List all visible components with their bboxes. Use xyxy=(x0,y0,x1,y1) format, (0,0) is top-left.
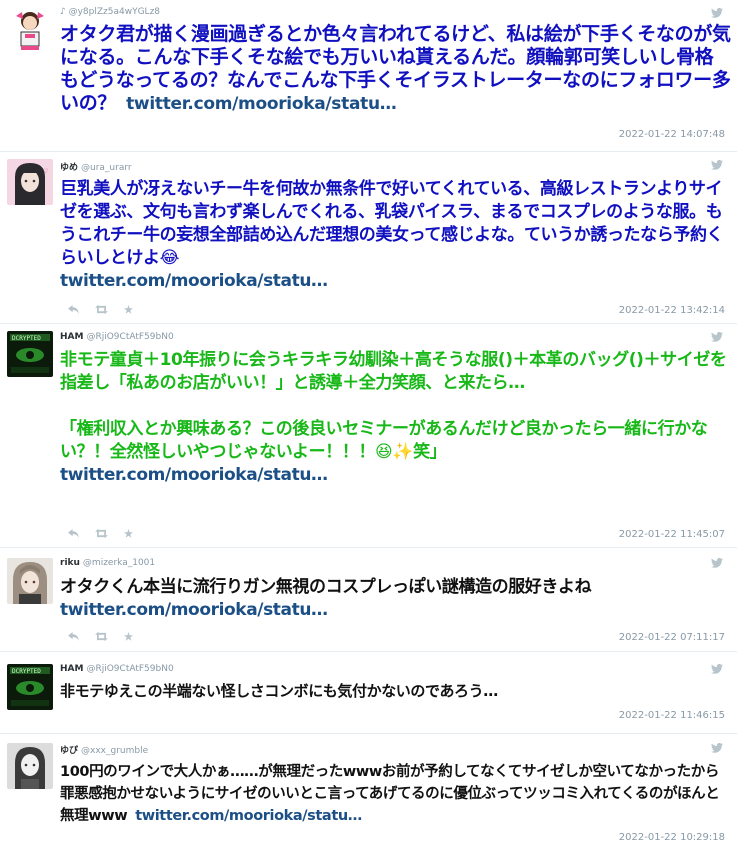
retweet-icon[interactable] xyxy=(95,529,108,538)
avatar[interactable]: DCRYPTED xyxy=(7,664,53,710)
tweet: ♡ ゆめ @ura_urarr 巨乳美人が冴えないチー牛を何故か無条件で好いてくれ… xyxy=(0,152,737,324)
tweet-text: 巨乳美人が冴えないチー牛を何故か無条件で好いてくれている、高級レストランよりサイ… xyxy=(60,178,731,293)
tweet-text: オタク君が描く漫画過ぎるとか色々言われてるけど、私は絵が下手くそなのが気になる。… xyxy=(60,23,731,116)
avatar[interactable] xyxy=(7,6,53,52)
twitter-bird-icon[interactable] xyxy=(711,8,723,18)
tweet-actions xyxy=(68,305,133,314)
author-handle[interactable]: @RjiO9CtAtF59bN0 xyxy=(86,332,173,342)
tweet-body: 非モテゆえこの半端ない怪しさコンボにも気付かないのであろう… xyxy=(60,682,498,700)
reply-icon[interactable] xyxy=(68,529,79,538)
twitter-bird-icon[interactable] xyxy=(711,332,723,342)
tweet-meta: ゆぴ @xxx_grumble xyxy=(60,743,148,756)
tweet: DCRYPTED HAM @RjiO9CtAtF59bN0 非モテ童貞＋10年振り… xyxy=(0,324,737,548)
reply-icon[interactable] xyxy=(68,632,79,641)
author-name[interactable]: ゆぴ xyxy=(60,746,78,756)
tweet-body: 巨乳美人が冴えないチー牛を何故か無条件で好いてくれている、高級レストランよりサイ… xyxy=(60,179,724,268)
svg-text:DCRYPTED: DCRYPTED xyxy=(12,668,41,675)
tweet-text: 非モテゆえこの半端ない怪しさコンボにも気付かないのであろう… xyxy=(60,681,731,701)
retweet-icon[interactable] xyxy=(95,305,108,314)
avatar[interactable] xyxy=(7,743,53,789)
twitter-bird-icon[interactable] xyxy=(711,558,723,568)
tweet-link[interactable]: twitter.com/moorioka/statu… xyxy=(126,94,397,114)
author-name[interactable]: HAM xyxy=(60,332,83,342)
tweet-text: 100円のワインで大人かぁ……が無理だったwwwお前が予約してなくてサイゼしか空… xyxy=(60,761,731,827)
favorite-icon[interactable] xyxy=(124,305,133,314)
tweet-link[interactable]: twitter.com/moorioka/statu… xyxy=(60,600,328,620)
timestamp[interactable]: 2022-01-22 11:46:15 xyxy=(619,710,725,721)
author-handle[interactable]: @xxx_grumble xyxy=(81,746,148,756)
tweet-meta: ゆめ @ura_urarr xyxy=(60,160,132,173)
tweet-meta: HAM @RjiO9CtAtF59bN0 xyxy=(60,664,174,674)
avatar[interactable] xyxy=(7,558,53,604)
tweet-body-2: 「権利収入とか興味ある？この後良いセミナーがあるんだけど良かったら一緒に行かない… xyxy=(60,419,708,462)
favorite-icon[interactable] xyxy=(124,529,133,538)
tweet-link[interactable]: twitter.com/moorioka/statu… xyxy=(60,465,328,485)
tweet-body: 非モテ童貞＋10年振りに会うキラキラ幼馴染＋高そうな服()＋本革のバッグ()＋サ… xyxy=(60,350,727,393)
retweet-icon[interactable] xyxy=(95,632,108,641)
tweet: ゆぴ @xxx_grumble 100円のワインで大人かぁ……が無理だったwwwお… xyxy=(0,734,737,858)
favorite-icon[interactable] xyxy=(124,632,133,641)
author-name[interactable]: riku xyxy=(60,558,80,568)
timestamp[interactable]: 2022-01-22 11:45:07 xyxy=(619,529,725,540)
timestamp[interactable]: 2022-01-22 13:42:14 xyxy=(619,305,725,316)
tweet-actions xyxy=(68,632,133,641)
tweet-actions xyxy=(68,529,133,538)
author-handle[interactable]: ♪ @y8plZz5a4wYGLz8 xyxy=(60,7,160,17)
tweet-meta: riku @mizerka_1001 xyxy=(60,558,155,568)
twitter-bird-icon[interactable] xyxy=(711,160,723,170)
timestamp[interactable]: 2022-01-22 10:29:18 xyxy=(619,832,725,843)
svg-text:♡: ♡ xyxy=(43,168,48,175)
avatar[interactable]: ♡ xyxy=(7,159,53,205)
tweet-link[interactable]: twitter.com/moorioka/statu… xyxy=(135,808,362,824)
twitter-bird-icon[interactable] xyxy=(711,743,723,753)
twitter-bird-icon[interactable] xyxy=(711,664,723,674)
author-handle[interactable]: @RjiO9CtAtF59bN0 xyxy=(86,664,173,674)
svg-text:DCRYPTED: DCRYPTED xyxy=(12,335,41,342)
tweet-feed: ♪ @y8plZz5a4wYGLz8 オタク君が描く漫画過ぎるとか色々言われてる… xyxy=(0,0,737,858)
tweet-link[interactable]: twitter.com/moorioka/statu… xyxy=(60,271,328,291)
avatar[interactable]: DCRYPTED xyxy=(7,331,53,377)
author-name[interactable]: HAM xyxy=(60,664,83,674)
reply-icon[interactable] xyxy=(68,305,79,314)
tweet-text: 非モテ童貞＋10年振りに会うキラキラ幼馴染＋高そうな服()＋本革のバッグ()＋サ… xyxy=(60,349,731,487)
timestamp[interactable]: 2022-01-22 07:11:17 xyxy=(619,632,725,643)
timestamp[interactable]: 2022-01-22 14:07:48 xyxy=(619,129,725,140)
tweet-text: オタクくん本当に流行りガン無視のコスプレっぽい謎構造の服好きよね twitter.… xyxy=(60,576,731,622)
tweet-meta: ♪ @y8plZz5a4wYGLz8 xyxy=(60,7,160,17)
tweet-meta: HAM @RjiO9CtAtF59bN0 xyxy=(60,332,174,342)
author-handle[interactable]: @ura_urarr xyxy=(81,163,132,173)
author-name[interactable]: ゆめ xyxy=(60,163,78,173)
tweet: ♪ @y8plZz5a4wYGLz8 オタク君が描く漫画過ぎるとか色々言われてる… xyxy=(0,0,737,152)
tweet-body: オタクくん本当に流行りガン無視のコスプレっぽい謎構造の服好きよね xyxy=(60,577,592,597)
tweet: DCRYPTED HAM @RjiO9CtAtF59bN0 非モテゆえこの半端ない… xyxy=(0,652,737,734)
author-handle[interactable]: @mizerka_1001 xyxy=(83,558,155,568)
tweet: riku @mizerka_1001 オタクくん本当に流行りガン無視のコスプレっぽ… xyxy=(0,548,737,652)
